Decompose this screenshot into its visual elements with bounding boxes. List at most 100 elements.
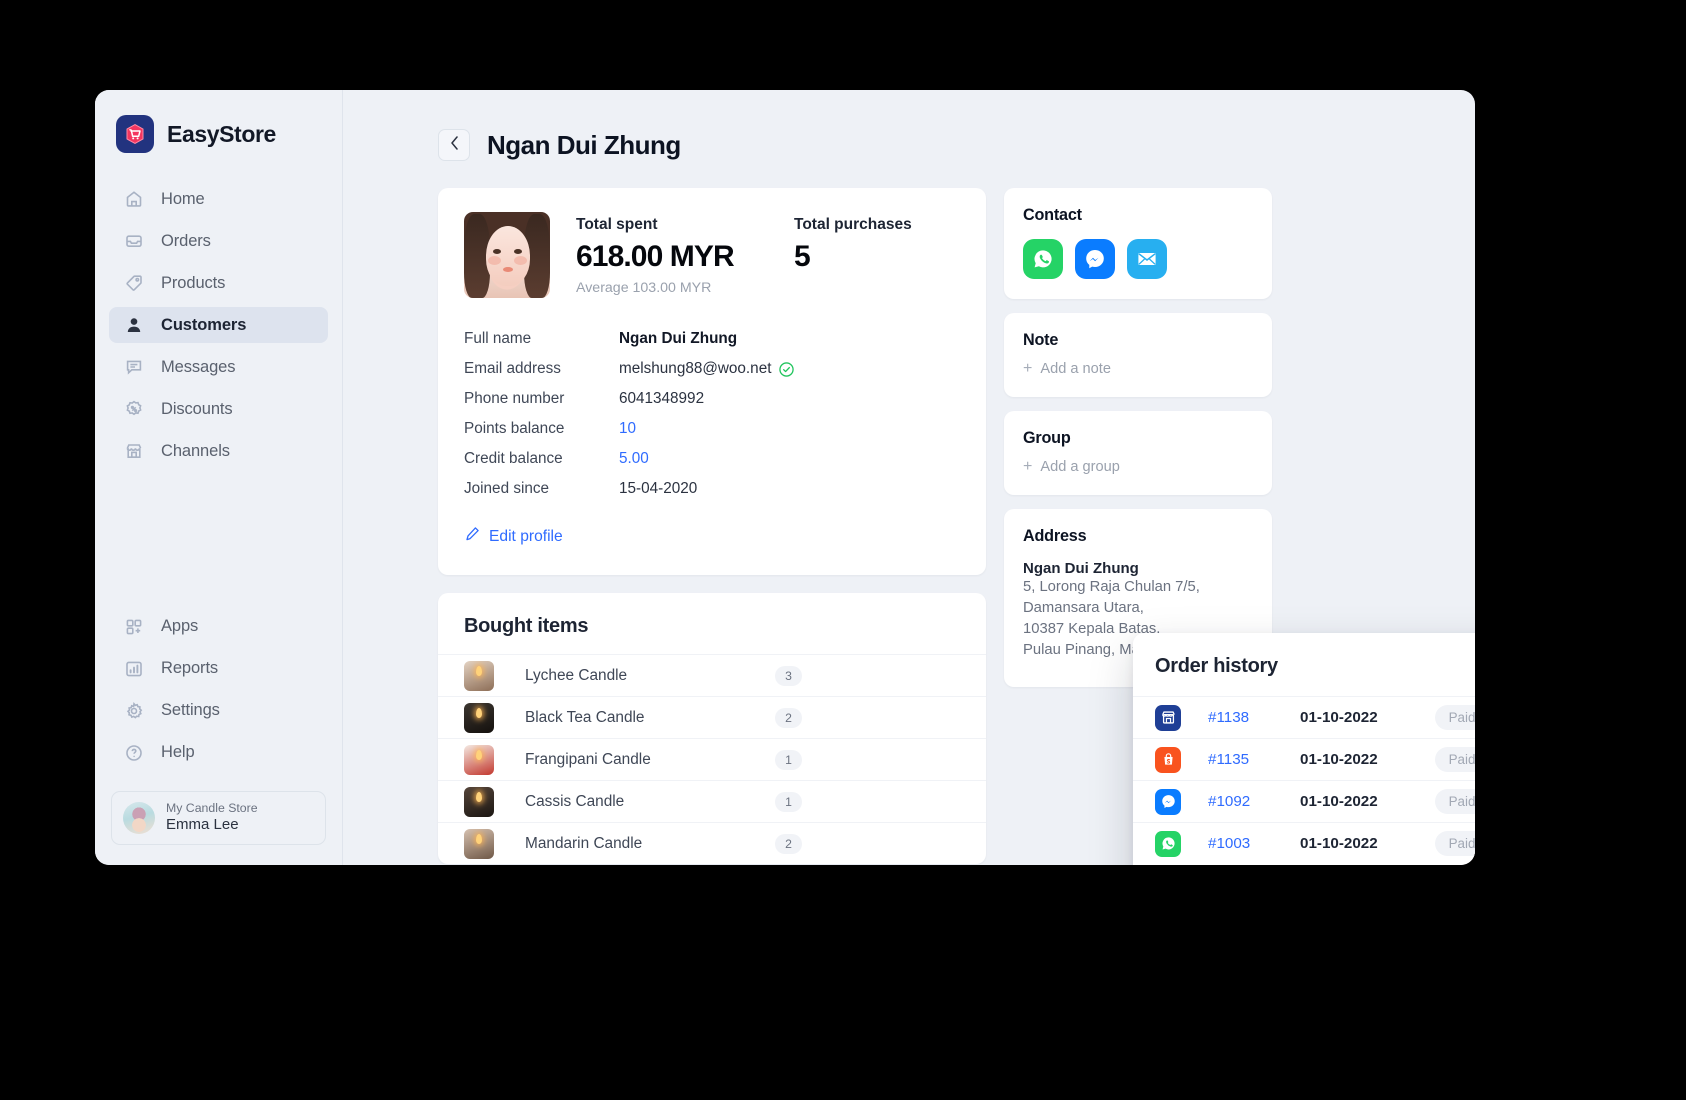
order-date: 01-10-2022	[1300, 751, 1378, 768]
sidebar-item-settings[interactable]: Settings	[109, 693, 328, 729]
detail-row-joined-since: Joined since 15-04-2020	[464, 474, 960, 504]
sidebar-item-label: Settings	[161, 701, 220, 720]
list-item[interactable]: Cassis Candle 1	[438, 780, 986, 822]
product-name: Mandarin Candle	[525, 834, 643, 852]
sidebar-item-channels[interactable]: Channels	[109, 433, 328, 469]
store-account-card[interactable]: My Candle Store Emma Lee	[111, 790, 326, 845]
order-number-link[interactable]: #1092	[1208, 793, 1300, 810]
shopee-icon	[1155, 746, 1181, 773]
chevron-left-icon	[450, 136, 459, 154]
edit-profile-label: Edit profile	[489, 527, 563, 545]
product-thumbnail	[464, 828, 494, 859]
product-name: Frangipani Candle	[525, 750, 651, 768]
primary-nav: Home Orders Products Customers Messages …	[95, 181, 342, 475]
plus-icon: +	[1023, 360, 1033, 377]
messenger-icon[interactable]	[1075, 239, 1115, 279]
product-tag-icon	[123, 273, 144, 294]
help-question-icon	[123, 742, 144, 763]
list-item[interactable]: Black Tea Candle 2	[438, 696, 986, 738]
bought-items-card: Bought items Lychee Candle 3 Black Tea C…	[438, 593, 986, 864]
payment-status-badge: Paid	[1435, 789, 1475, 814]
detail-label: Credit balance	[464, 450, 563, 467]
sidebar-item-label: Reports	[161, 659, 219, 678]
sidebar-item-home[interactable]: Home	[109, 181, 328, 217]
sidebar-item-products[interactable]: Products	[109, 265, 328, 301]
sidebar-item-label: Orders	[161, 231, 211, 250]
back-button[interactable]	[438, 129, 470, 161]
sidebar-item-discounts[interactable]: Discounts	[109, 391, 328, 427]
settings-gear-icon	[123, 700, 144, 721]
detail-label: Email address	[464, 360, 561, 377]
detail-row-full-name: Full name Ngan Dui Zhung	[464, 324, 960, 354]
customer-person-icon	[123, 315, 144, 336]
edit-profile-button[interactable]: Edit profile	[464, 526, 563, 547]
contact-card: Contact	[1004, 188, 1272, 299]
order-number-link[interactable]: #1003	[1208, 835, 1300, 852]
payment-status-badge: Paid	[1435, 831, 1475, 856]
detail-value: Ngan Dui Zhung	[619, 330, 738, 347]
address-title: Address	[1023, 527, 1087, 545]
detail-value-wrap: melshung88@woo.net	[619, 360, 795, 378]
quantity-badge: 2	[775, 707, 802, 728]
total-purchases-value: 5	[794, 240, 811, 273]
whatsapp-icon[interactable]	[1023, 239, 1063, 279]
order-date: 01-10-2022	[1300, 835, 1378, 852]
detail-value: 6041348992	[619, 390, 705, 407]
detail-value[interactable]: 10	[619, 420, 636, 438]
brand[interactable]: EasyStore	[95, 90, 342, 153]
detail-row-phone: Phone number 6041348992	[464, 384, 960, 414]
order-date: 01-10-2022	[1300, 709, 1378, 726]
sidebar-item-help[interactable]: Help	[109, 735, 328, 771]
avatar	[123, 801, 155, 834]
store-name: My Candle Store	[166, 800, 258, 815]
quantity-badge: 3	[775, 665, 802, 686]
product-thumbnail	[464, 786, 494, 817]
product-thumbnail	[464, 702, 494, 733]
table-row[interactable]: #1135 01-10-2022 Paid Fulfilled 80.00 MY…	[1133, 738, 1475, 780]
quantity-badge: 2	[775, 833, 802, 854]
brand-name: EasyStore	[167, 120, 276, 147]
list-item[interactable]: Mandarin Candle 2	[438, 822, 986, 864]
orders-inbox-icon	[123, 231, 144, 252]
sidebar-item-messages[interactable]: Messages	[109, 349, 328, 385]
customer-details-list: Full name Ngan Dui Zhung Email address m…	[464, 324, 960, 504]
detail-row-points-balance: Points balance 10	[464, 414, 960, 444]
sidebar-item-label: Customers	[161, 315, 247, 334]
note-title: Note	[1023, 331, 1059, 349]
order-history-title: Order history	[1155, 655, 1278, 677]
main-content: Ngan Dui Zhung Total spent 618.00 MYR Av…	[343, 90, 1475, 865]
sidebar-item-label: Products	[161, 273, 226, 292]
table-row[interactable]: #1092 01-10-2022 Paid Fulfilled 85.00 MY…	[1133, 780, 1475, 822]
order-number-link[interactable]: #1138	[1208, 709, 1300, 726]
table-row[interactable]: #1138 01-10-2022 Paid Fulfilled 288.00 M…	[1133, 696, 1475, 738]
detail-label: Points balance	[464, 420, 565, 437]
channels-store-icon	[123, 441, 144, 462]
list-item[interactable]: Frangipani Candle 1	[438, 738, 986, 780]
table-row[interactable]: #1003 01-10-2022 Paid Fulfilled 25.00 MY…	[1133, 822, 1475, 864]
detail-value: melshung88@woo.net	[619, 360, 772, 377]
detail-value[interactable]: 5.00	[619, 450, 649, 468]
sidebar-item-reports[interactable]: Reports	[109, 651, 328, 687]
home-icon	[123, 189, 144, 210]
payment-status-badge: Paid	[1435, 747, 1475, 772]
store-icon	[1155, 704, 1181, 731]
product-name: Black Tea Candle	[525, 708, 645, 726]
add-group-button[interactable]: + Add a group	[1023, 459, 1253, 476]
sidebar-item-orders[interactable]: Orders	[109, 223, 328, 259]
apps-grid-plus-icon	[123, 616, 144, 637]
user-name: Emma Lee	[166, 816, 239, 834]
product-thumbnail	[464, 660, 494, 691]
order-number-link[interactable]: #1135	[1208, 751, 1300, 768]
add-note-button[interactable]: + Add a note	[1023, 360, 1253, 378]
detail-label: Phone number	[464, 390, 565, 407]
sidebar-item-label: Messages	[161, 357, 236, 376]
sidebar-item-apps[interactable]: Apps	[109, 609, 328, 645]
total-spent-stat: Total spent 618.00 MYR Average 103.00 MY…	[576, 216, 794, 298]
address-name: Ngan Dui Zhung	[1023, 560, 1139, 577]
bought-items-title: Bought items	[464, 615, 589, 637]
list-item[interactable]: Lychee Candle 3	[438, 654, 986, 696]
sidebar-item-customers[interactable]: Customers	[109, 307, 328, 343]
average-spend-label: Average 103.00 MYR	[576, 280, 712, 296]
email-icon[interactable]	[1127, 239, 1167, 279]
detail-value: 15-04-2020	[619, 480, 698, 497]
